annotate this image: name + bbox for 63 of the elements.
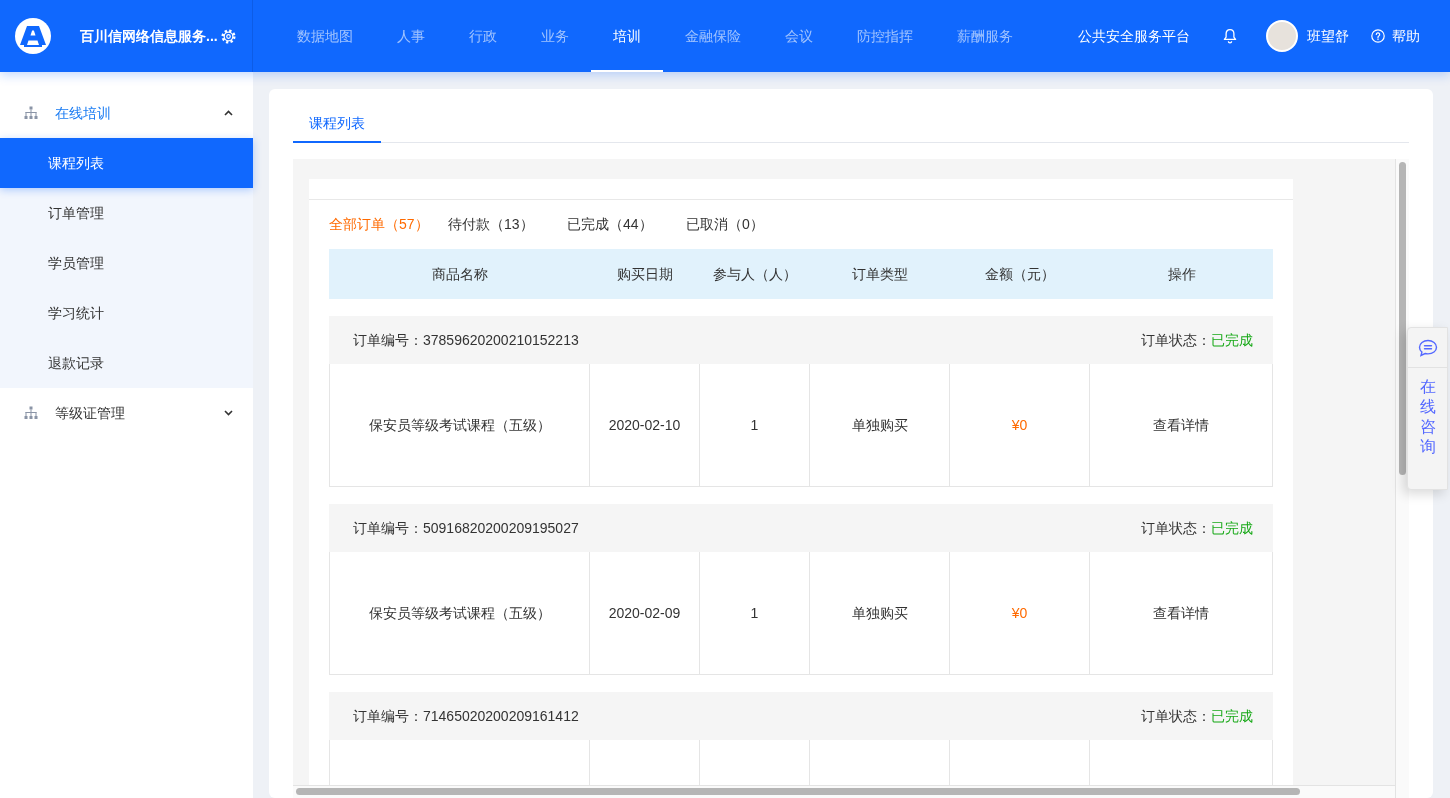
nav-tab[interactable]: 培训 (591, 0, 663, 72)
menu-item[interactable]: 课程列表 (0, 138, 253, 188)
order-status: 已完成 (1211, 518, 1253, 538)
table-cell: 1 (700, 552, 810, 675)
order-status: 已完成 (1211, 330, 1253, 350)
table-cell: 2020-02-09 (590, 552, 700, 675)
filter-tab[interactable]: 全部订单（57） (329, 214, 448, 235)
bell-icon[interactable] (1223, 28, 1237, 44)
nav-tab[interactable]: 人事 (375, 0, 447, 72)
user-name[interactable]: 班望舒 (1307, 25, 1349, 47)
table-cell: 1 (700, 364, 810, 487)
column-header: 操作 (1166, 264, 1197, 284)
table-cell: ¥0 (950, 552, 1090, 675)
filter-tab[interactable]: 待付款（13） (448, 214, 567, 235)
nav-tab[interactable]: 行政 (447, 0, 519, 72)
menu-item[interactable]: 退款记录 (0, 338, 253, 388)
filter-tab[interactable]: 已取消（0） (686, 214, 805, 235)
page-tab[interactable]: 课程列表 (293, 105, 381, 143)
menu-item[interactable]: 订单管理 (0, 188, 253, 238)
app-title: 百川信网络信息服务... (80, 26, 218, 46)
order-status: 已完成 (1211, 706, 1253, 726)
order-number: 订单编号：71465020200209161412 (353, 706, 579, 726)
status-label: 订单状态： (1141, 706, 1211, 726)
logo-icon (15, 18, 51, 54)
nav-tab[interactable]: 业务 (519, 0, 591, 72)
nav-tab[interactable]: 防控指挥 (835, 0, 935, 72)
column-header: 参与人（人） (712, 264, 798, 284)
table-cell: 单独购买 (810, 552, 950, 675)
menu-item[interactable]: 学员管理 (0, 238, 253, 288)
nav-tab[interactable]: 会议 (763, 0, 835, 72)
column-header: 商品名称 (430, 264, 489, 284)
status-label: 订单状态： (1141, 330, 1211, 350)
column-header: 订单类型 (851, 264, 909, 284)
order-number: 订单编号：50916820200209195027 (353, 518, 579, 538)
menu-group[interactable]: 在线培训 (0, 88, 253, 138)
table-cell: 单独购买 (810, 364, 950, 487)
details-link[interactable]: 查看详情 (1153, 602, 1209, 624)
chat-button[interactable]: 在线咨询 (1407, 327, 1448, 490)
status-label: 订单状态： (1141, 518, 1211, 538)
avatar[interactable] (1266, 20, 1298, 52)
table-cell: 保安员等级考试课程（五级） (329, 364, 590, 487)
menu-item[interactable]: 学习统计 (0, 288, 253, 338)
settings-icon[interactable] (220, 28, 236, 44)
column-header: 金额（元） (984, 264, 1056, 284)
scrollbar-thumb[interactable] (296, 788, 1300, 795)
help-icon[interactable] (1371, 29, 1385, 43)
filter-tab[interactable]: 已完成（44） (567, 214, 686, 235)
order-number: 订单编号：37859620200210152213 (353, 330, 579, 350)
chat-icon (1417, 338, 1438, 357)
nav-tab[interactable]: 薪酬服务 (935, 0, 1035, 72)
scrollbar-thumb[interactable] (1399, 162, 1406, 475)
table-cell: 2020-02-10 (590, 364, 700, 487)
column-header: 购买日期 (616, 264, 674, 284)
hierarchy-icon (24, 406, 38, 420)
nav-tab[interactable]: 金融保险 (663, 0, 763, 72)
table-cell: 保安员等级考试课程（五级） (329, 552, 590, 675)
menu-group[interactable]: 等级证管理 (0, 388, 253, 438)
details-link[interactable]: 查看详情 (1153, 414, 1209, 436)
table-cell: ¥0 (950, 364, 1090, 487)
hierarchy-icon (24, 106, 38, 120)
help-link[interactable]: 帮助 (1392, 25, 1420, 47)
platform-link[interactable]: 公共安全服务平台 (1078, 25, 1190, 47)
nav-tab[interactable]: 数据地图 (275, 0, 375, 72)
